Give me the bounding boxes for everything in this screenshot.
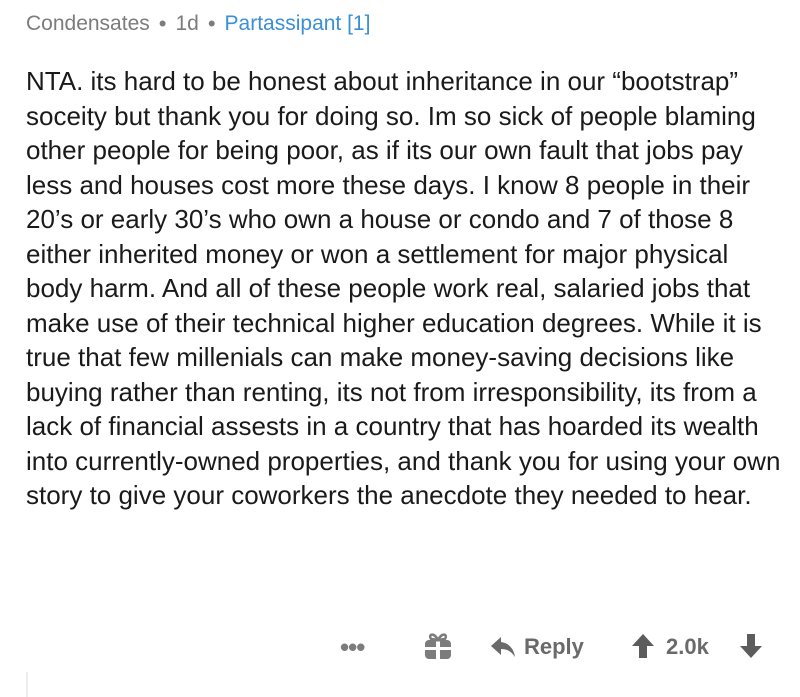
comment: Condensates • 1d • Partassipant [1] NTA.… [26,8,786,513]
separator-dot: • [207,11,216,36]
comment-age: 1d [175,12,199,35]
separator-dot: • [158,11,167,36]
reply-button[interactable]: Reply [490,630,584,664]
author-name[interactable]: Condensates [26,8,150,40]
comment-body: NTA. its hard to be honest about inherit… [26,66,781,510]
user-flair: Partassipant [1] [224,12,371,35]
thread-line[interactable] [26,672,28,697]
vote-score: 2.0k [666,634,709,659]
gift-icon[interactable] [422,630,454,662]
more-options-icon[interactable]: ••• [340,632,365,663]
upvote-arrow-icon[interactable] [630,632,656,660]
reply-arrow-icon [491,637,515,657]
comment-meta: Condensates • 1d • Partassipant [1] [26,8,786,40]
reply-label: Reply [524,634,584,659]
downvote-arrow-icon[interactable] [738,632,764,660]
